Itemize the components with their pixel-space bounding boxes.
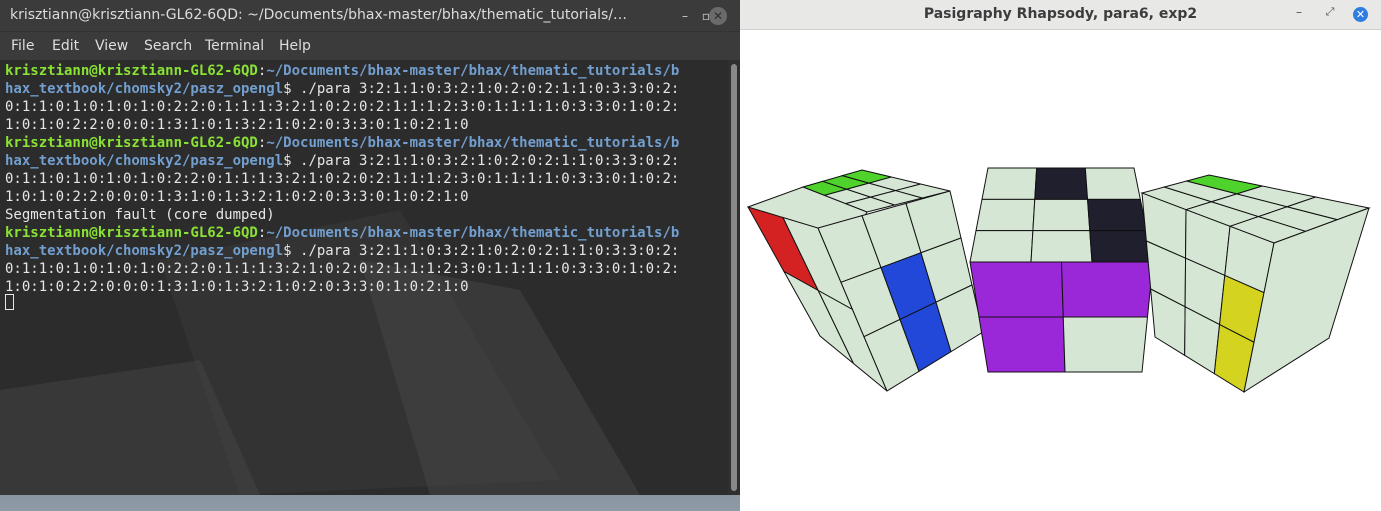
terminal-line: Segmentation fault (core dumped) — [5, 206, 679, 224]
line-text: $ ./para 3:2:1:1:0:3:2:1:0:2:0:2:1:1:0:3… — [283, 243, 680, 259]
terminal-line: krisztiann@krisztiann-GL62-6QD:~/Documen… — [5, 134, 679, 152]
terminal-line: krisztiann@krisztiann-GL62-6QD:~/Documen… — [5, 224, 679, 242]
prompt-path: ~/Documents/bhax-master/bhax/thematic_tu… — [266, 135, 680, 151]
terminal-menubar: File Edit View Search Terminal Help — [0, 31, 740, 60]
line-text: 0:1:1:0:1:0:1:0:1:0:2:2:0:1:1:1:3:2:1:0:… — [5, 171, 680, 187]
cube-sticker — [1032, 198, 1091, 232]
opengl-window[interactable]: Pasigraphy Rhapsody, para6, exp2 – ⤢ ✕ — [740, 0, 1381, 511]
line-text: $ ./para 3:2:1:1:0:3:2:1:0:2:0:2:1:1:0:3… — [283, 153, 680, 169]
terminal-titlebar[interactable]: krisztiann@krisztiann-GL62-6QD: ~/Docume… — [0, 0, 740, 31]
line-text: 1:0:1:0:2:2:0:0:0:1:3:1:0:1:3:2:1:0:2:0:… — [5, 279, 469, 295]
prompt-path: ~/Documents/bhax-master/bhax/thematic_tu… — [266, 63, 680, 79]
cube-sticker — [978, 316, 1066, 373]
line-text: $ ./para 3:2:1:1:0:3:2:1:0:2:0:2:1:1:0:3… — [283, 81, 680, 97]
terminal-line: 0:1:1:0:1:0:1:0:1:0:2:2:0:1:1:1:3:2:1:0:… — [5, 98, 679, 116]
opengl-title: Pasigraphy Rhapsody, para6, exp2 — [923, 6, 1198, 22]
close-icon[interactable]: ✕ — [1353, 7, 1368, 22]
opengl-canvas[interactable] — [740, 30, 1381, 511]
terminal-line: krisztiann@krisztiann-GL62-6QD:~/Documen… — [5, 62, 679, 80]
terminal-line: hax_textbook/chomsky2/pasz_opengl$ ./par… — [5, 152, 679, 170]
cube2-top-face — [969, 167, 1154, 263]
menu-help[interactable]: Help — [279, 38, 311, 54]
cube-sticker — [969, 261, 1064, 318]
terminal-title: krisztiann@krisztiann-GL62-6QD: ~/Docume… — [10, 7, 628, 23]
cube-sticker — [1030, 230, 1093, 263]
menu-file[interactable]: File — [11, 38, 34, 54]
terminal-line: 1:0:1:0:2:2:0:0:0:1:3:1:0:1:3:2:1:0:2:0:… — [5, 278, 679, 296]
cube-sticker — [1034, 167, 1089, 200]
prompt-user: krisztiann@krisztiann-GL62-6QD — [5, 225, 258, 241]
maximize-icon[interactable]: ⤢ — [1323, 5, 1337, 21]
terminal-line: 1:0:1:0:2:2:0:0:0:1:3:1:0:1:3:2:1:0:2:0:… — [5, 188, 679, 206]
menu-edit[interactable]: Edit — [52, 38, 79, 54]
opengl-titlebar[interactable]: Pasigraphy Rhapsody, para6, exp2 – ⤢ ✕ — [740, 0, 1381, 30]
terminal-scrollbar[interactable] — [728, 60, 740, 495]
line-text: 0:1:1:0:1:0:1:0:1:0:2:2:0:1:1:1:3:2:1:0:… — [5, 261, 680, 277]
terminal-cursor — [5, 294, 14, 310]
cube-sticker — [1087, 198, 1148, 232]
cube-sticker — [1084, 167, 1141, 200]
line-text: Segmentation fault (core dumped) — [5, 207, 275, 223]
terminal-line: hax_textbook/chomsky2/pasz_opengl$ ./par… — [5, 242, 679, 260]
prompt-path: hax_textbook/chomsky2/pasz_opengl — [5, 81, 284, 97]
close-icon[interactable]: ✕ — [709, 7, 727, 25]
cube-sticker — [975, 198, 1036, 232]
prompt-path: hax_textbook/chomsky2/pasz_opengl — [5, 153, 284, 169]
cube-sticker — [1062, 316, 1149, 373]
terminal-line: hax_textbook/chomsky2/pasz_opengl$ ./par… — [5, 80, 679, 98]
cube2-front-face — [969, 261, 1154, 373]
prompt-path: hax_textbook/chomsky2/pasz_opengl — [5, 243, 284, 259]
minimize-icon[interactable]: – — [676, 7, 694, 25]
terminal-line: 0:1:1:0:1:0:1:0:1:0:2:2:0:1:1:1:3:2:1:0:… — [5, 170, 679, 188]
prompt-path: ~/Documents/bhax-master/bhax/thematic_tu… — [266, 225, 680, 241]
prompt-user: krisztiann@krisztiann-GL62-6QD — [5, 135, 258, 151]
line-text: 1:0:1:0:2:2:0:0:0:1:3:1:0:1:3:2:1:0:2:0:… — [5, 117, 469, 133]
line-text: 0:1:1:0:1:0:1:0:1:0:2:2:0:1:1:1:3:2:1:0:… — [5, 99, 680, 115]
cube-sticker — [1060, 261, 1154, 318]
terminal-output[interactable]: krisztiann@krisztiann-GL62-6QD:~/Documen… — [0, 60, 728, 495]
terminal-line: 0:1:1:0:1:0:1:0:1:0:2:2:0:1:1:1:3:2:1:0:… — [5, 260, 679, 278]
line-text: 1:0:1:0:2:2:0:0:0:1:3:1:0:1:3:2:1:0:2:0:… — [5, 189, 469, 205]
prompt-user: krisztiann@krisztiann-GL62-6QD — [5, 63, 258, 79]
cube-sticker — [981, 167, 1038, 200]
menu-view[interactable]: View — [95, 38, 128, 54]
terminal-window[interactable]: krisztiann@krisztiann-GL62-6QD: ~/Docume… — [0, 0, 740, 495]
terminal-line: 1:0:1:0:2:2:0:0:0:1:3:1:0:1:3:2:1:0:2:0:… — [5, 116, 679, 134]
cube-sticker — [1089, 230, 1154, 263]
scrollbar-thumb[interactable] — [731, 64, 737, 491]
menu-terminal[interactable]: Terminal — [205, 38, 264, 54]
minimize-icon[interactable]: – — [1292, 5, 1306, 21]
terminal-lines: krisztiann@krisztiann-GL62-6QD:~/Documen… — [5, 62, 679, 296]
menu-search[interactable]: Search — [144, 38, 192, 54]
cube-sticker — [969, 230, 1034, 263]
